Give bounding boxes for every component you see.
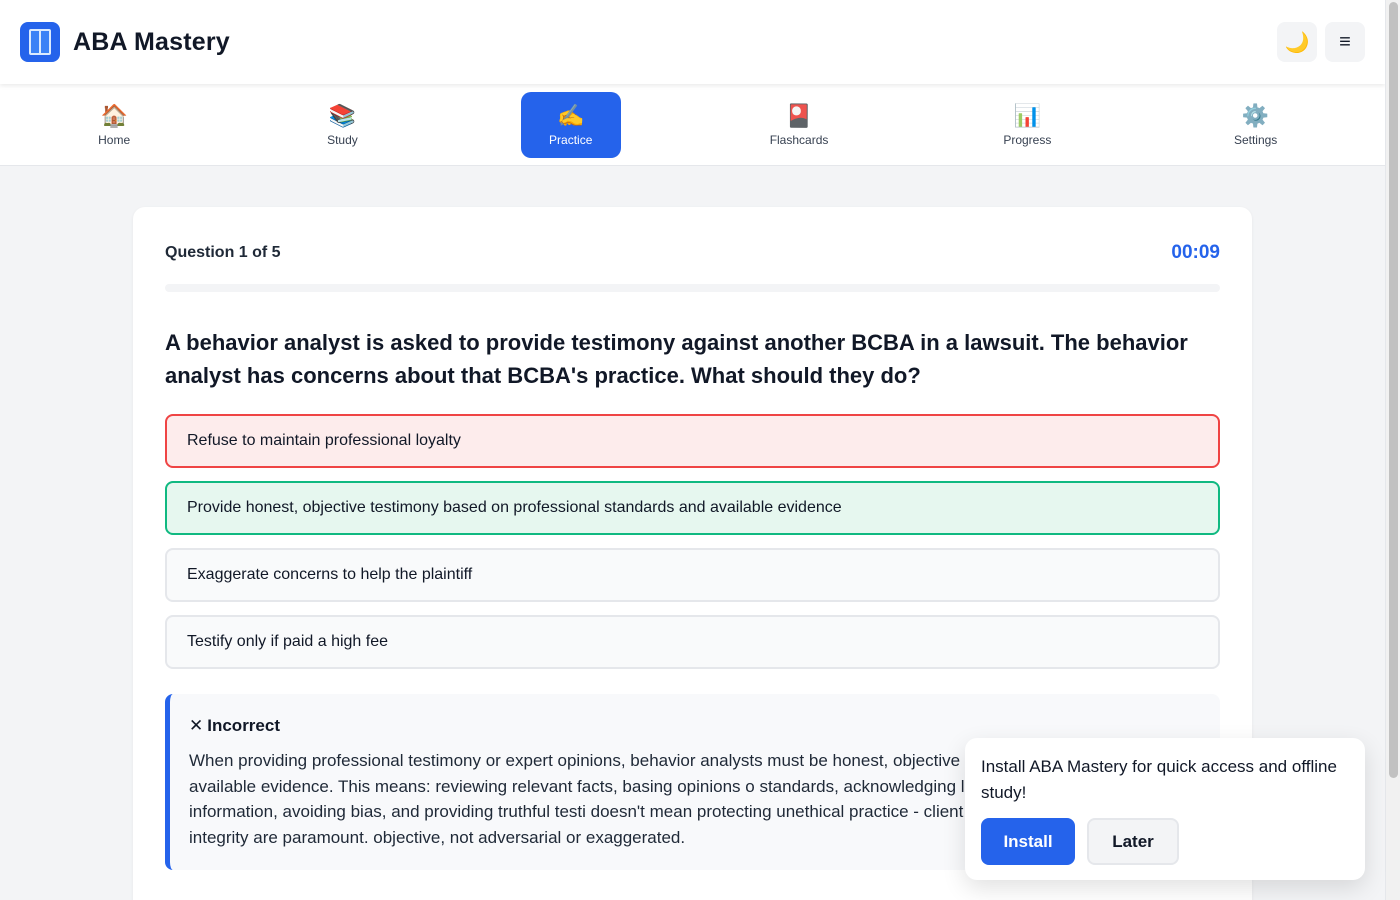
gear-icon: ⚙️	[1241, 102, 1270, 128]
nav-item-home[interactable]: 🏠 Home	[0, 84, 228, 165]
question-text: A behavior analyst is asked to provide t…	[165, 330, 1188, 388]
later-button[interactable]: Later	[1087, 818, 1179, 865]
home-icon: 🏠	[100, 102, 128, 128]
scrollbar-thumb[interactable]	[1389, 2, 1398, 778]
nav-label: Flashcards	[769, 132, 829, 147]
page-scrollbar[interactable]	[1385, 0, 1400, 900]
quiz-timer: 00:09	[1171, 242, 1220, 263]
x-mark-icon: ✕	[189, 716, 204, 735]
header-actions: 🌙 ≡	[1277, 22, 1365, 62]
nav-item-settings[interactable]: ⚙️ Settings	[1141, 84, 1369, 165]
question-meta: Question 1 of 5 00:09	[165, 241, 1220, 265]
answer-option[interactable]: Exaggerate concerns to help the plaintif…	[165, 548, 1220, 602]
hamburger-menu-icon: ≡	[1339, 30, 1351, 53]
moon-icon: 🌙	[1284, 31, 1310, 54]
nav-label: Home	[98, 132, 131, 147]
install-button[interactable]: Install	[981, 818, 1075, 865]
app-header: ABA Mastery 🌙 ≡	[0, 0, 1385, 84]
books-icon: 📚	[328, 102, 357, 128]
nav-label: Practice	[549, 132, 593, 147]
menu-button[interactable]: ≡	[1325, 22, 1365, 62]
nav-item-practice[interactable]: ✍️ Practice	[457, 84, 685, 165]
install-actions: Install Later	[981, 818, 1349, 865]
answer-options: Refuse to maintain professional loyalty …	[165, 414, 1220, 669]
theme-toggle-button[interactable]: 🌙	[1277, 22, 1317, 62]
install-prompt: Install ABA Mastery for quick access and…	[965, 738, 1365, 880]
book-icon	[29, 29, 51, 55]
nav-item-study[interactable]: 📚 Study	[228, 84, 456, 165]
main-nav: 🏠 Home 📚 Study ✍️ Practice 🎴 Flashcards …	[0, 84, 1385, 166]
nav-item-progress[interactable]: 📊 Progress	[913, 84, 1141, 165]
app-logo[interactable]	[20, 22, 60, 62]
feedback-heading: ✕ Incorrect	[189, 716, 1200, 736]
feedback-title: Incorrect	[207, 716, 280, 735]
quiz-progress-bar	[165, 284, 1220, 292]
bar-chart-icon: 📊	[1013, 102, 1042, 128]
answer-option-incorrect[interactable]: Refuse to maintain professional loyalty	[165, 414, 1220, 468]
answer-option[interactable]: Testify only if paid a high fee	[165, 615, 1220, 669]
app-title: ABA Mastery	[73, 27, 230, 56]
answer-option-correct[interactable]: Provide honest, objective testimony base…	[165, 481, 1220, 535]
install-prompt-text: Install ABA Mastery for quick access and…	[981, 757, 1337, 802]
nav-item-flashcards[interactable]: 🎴 Flashcards	[685, 84, 913, 165]
writing-hand-icon: ✍️	[557, 102, 585, 128]
nav-label: Settings	[1233, 132, 1278, 147]
nav-label: Study	[327, 132, 358, 147]
nav-label: Progress	[1003, 132, 1052, 147]
flashcards-icon: 🎴	[785, 102, 813, 128]
question-counter: Question 1 of 5	[165, 244, 281, 261]
